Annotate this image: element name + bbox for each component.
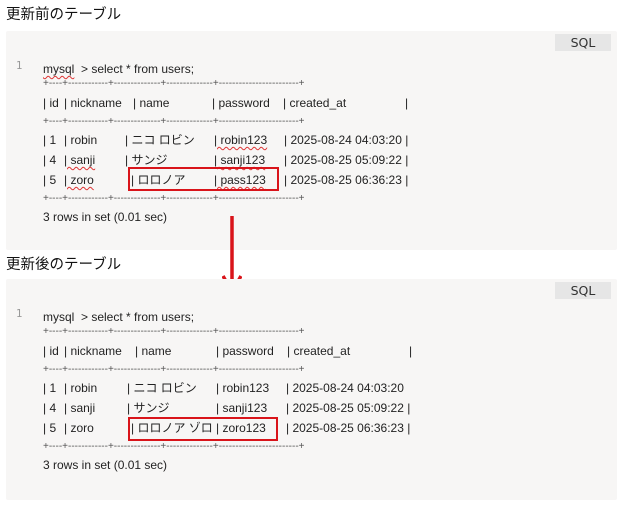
cell-password: | robin123 xyxy=(216,381,270,395)
after-header-id: | id xyxy=(43,344,59,358)
cell-created: | 2025-08-25 05:09:22 | xyxy=(286,401,411,415)
cell-created: | 2025-08-25 05:09:22 | xyxy=(284,153,409,167)
cell-nickname: | robin xyxy=(64,133,98,147)
before-header-end: | xyxy=(405,96,409,110)
before-lang-badge: SQL xyxy=(555,34,611,51)
before-heading: 更新前のテーブル xyxy=(6,7,122,23)
cell-id: | 4 xyxy=(43,153,57,167)
before-highlight-box xyxy=(128,167,279,191)
after-header-created: | created_at xyxy=(287,344,351,358)
after-highlight-box xyxy=(128,417,278,441)
before-line-number: 1 xyxy=(16,60,23,72)
cell-created: | 2025-08-25 06:36:23 | xyxy=(286,421,411,435)
cell-password: | robin123 xyxy=(214,133,268,147)
after-header-nickname: | nickname xyxy=(64,344,122,358)
cell-created: | 2025-08-24 04:03:20 xyxy=(286,381,404,395)
before-header-created: | created_at xyxy=(283,96,347,110)
cell-password: | sanji123 xyxy=(216,401,268,415)
before-border-mid: +----+------------+--------------+------… xyxy=(43,116,305,127)
after-header-end: | xyxy=(409,344,413,358)
cell-name: | ニコ ロビン xyxy=(125,133,195,147)
after-heading: 更新後のテーブル xyxy=(6,257,122,273)
before-border-bottom: +----+------------+--------------+------… xyxy=(43,193,305,204)
cell-nickname: | sanji xyxy=(64,401,96,415)
before-summary: 3 rows in set (0.01 sec) xyxy=(43,210,168,224)
cell-nickname: | robin xyxy=(64,381,98,395)
after-lang-badge: SQL xyxy=(555,282,611,299)
cell-id: | 1 xyxy=(43,133,57,147)
cell-created: | 2025-08-24 04:03:20 | xyxy=(284,133,409,147)
before-header-id: | id xyxy=(43,96,59,110)
cell-nickname: | zoro xyxy=(64,421,94,435)
after-line-number: 1 xyxy=(16,308,23,320)
cell-name: | ニコ ロビン xyxy=(127,381,197,395)
cell-created: | 2025-08-25 06:36:23 | xyxy=(284,173,409,187)
cell-nickname: | zoro xyxy=(64,173,94,187)
after-header-password: | password xyxy=(216,344,274,358)
after-border-top: +----+------------+--------------+------… xyxy=(43,326,305,337)
after-border-mid: +----+------------+--------------+------… xyxy=(43,364,305,375)
cell-id: | 5 xyxy=(43,421,57,435)
before-border-top: +----+------------+--------------+------… xyxy=(43,78,305,89)
cell-nickname: | sanji xyxy=(64,153,96,167)
before-header-password: | password xyxy=(212,96,270,110)
cell-id: | 5 xyxy=(43,173,57,187)
after-code-block: SQL 1 mysql > select * from users; +----… xyxy=(6,279,617,500)
before-header-name: | name xyxy=(133,96,170,110)
before-code-block: SQL 1 mysql > select * from users; +----… xyxy=(6,31,617,250)
cell-id: | 4 xyxy=(43,401,57,415)
cell-id: | 1 xyxy=(43,381,57,395)
before-header-nickname: | nickname xyxy=(64,96,122,110)
cell-name: | サンジ xyxy=(127,401,170,415)
after-header-name: | name xyxy=(135,344,172,358)
after-summary: 3 rows in set (0.01 sec) xyxy=(43,458,168,472)
